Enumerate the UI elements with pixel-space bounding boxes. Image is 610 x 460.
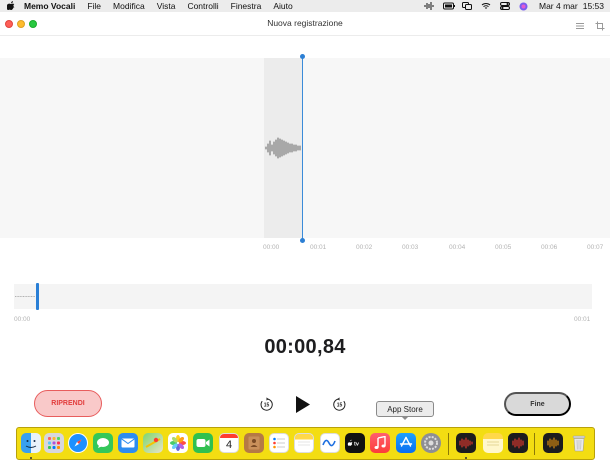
notes-window-icon[interactable]	[483, 433, 503, 453]
safari-icon[interactable]	[68, 433, 88, 453]
menu-finestra[interactable]: Finestra	[231, 0, 262, 12]
recording-overview[interactable]	[14, 284, 592, 309]
menu-file[interactable]: File	[87, 0, 101, 12]
launchpad-icon[interactable]	[44, 433, 64, 453]
menu-controlli[interactable]: Controlli	[187, 0, 218, 12]
photos-icon[interactable]	[168, 433, 188, 453]
play-icon[interactable]	[294, 395, 312, 414]
menu-clock-date[interactable]: Mar 4 mar	[539, 1, 578, 11]
messages-icon[interactable]	[93, 433, 113, 453]
playhead-bottom-handle[interactable]	[300, 238, 305, 243]
menu-vista[interactable]: Vista	[157, 0, 176, 12]
apple-menu-icon[interactable]	[6, 0, 16, 12]
wifi-icon[interactable]	[481, 2, 491, 10]
voice-memos-window-icon[interactable]	[508, 433, 528, 453]
trim-icon[interactable]	[595, 18, 605, 31]
system-settings-icon[interactable]	[421, 433, 441, 453]
playhead-top-handle[interactable]	[300, 54, 305, 59]
recording-indicator-icon[interactable]	[424, 2, 434, 10]
maps-icon[interactable]	[143, 433, 163, 453]
resume-button[interactable]: RIPRENDI	[34, 390, 102, 417]
dock-separator	[448, 433, 449, 455]
calendar-day: 4	[225, 439, 233, 451]
done-button[interactable]: Fine	[504, 392, 571, 416]
overview-position-marker[interactable]	[36, 283, 39, 310]
skip-back-seconds: 15	[264, 403, 270, 409]
app-store-icon[interactable]	[396, 433, 416, 453]
menu-aiuto[interactable]: Aiuto	[273, 0, 292, 12]
music-icon[interactable]	[370, 433, 390, 453]
menu-modifica[interactable]: Modifica	[113, 0, 145, 12]
screen-mirroring-icon[interactable]	[461, 2, 472, 10]
battery-icon[interactable]	[442, 2, 455, 10]
dock-tooltip-arrow	[401, 416, 409, 420]
dock: 4 tv	[16, 427, 595, 460]
facetime-icon[interactable]	[193, 433, 213, 453]
overview-waveform	[15, 296, 35, 297]
edit-options-icon[interactable]	[575, 18, 585, 29]
voice-memos-icon[interactable]	[456, 433, 476, 453]
window-title: Nuova registrazione	[267, 18, 343, 28]
finder-running-dot	[30, 457, 32, 459]
trash-icon[interactable]	[569, 433, 589, 453]
mail-icon[interactable]	[118, 433, 138, 453]
notes-icon[interactable]	[294, 433, 314, 453]
playhead[interactable]	[302, 57, 304, 241]
contacts-icon[interactable]	[244, 433, 264, 453]
voice-memos-minimized-icon[interactable]	[543, 433, 563, 453]
timeline-tick: 00:01	[310, 244, 327, 251]
overview-start-label: 00:00	[14, 316, 31, 323]
timeline-tick: 00:07	[587, 244, 604, 251]
menu-bar: Memo Vocali File Modifica Vista Controll…	[0, 0, 610, 12]
skip-forward-15-icon[interactable]: 15	[332, 397, 347, 412]
timeline-tick: 00:04	[449, 244, 466, 251]
waveform-editor[interactable]	[0, 58, 610, 238]
dock-separator	[534, 433, 535, 455]
elapsed-time: 00:00,84	[264, 336, 346, 358]
reminders-icon[interactable]	[269, 433, 289, 453]
overview-end-label: 00:01	[574, 316, 591, 323]
timeline-tick: 00:03	[402, 244, 419, 251]
timeline-tick: 00:05	[495, 244, 512, 251]
menu-app-name[interactable]: Memo Vocali	[24, 0, 75, 12]
svg-text:tv: tv	[354, 442, 360, 448]
siri-icon[interactable]	[519, 2, 529, 11]
timeline-tick: 00:02	[356, 244, 373, 251]
calendar-icon[interactable]: 4	[219, 433, 239, 453]
control-center-icon[interactable]	[499, 2, 510, 10]
menu-clock-time[interactable]: 15:53	[583, 1, 604, 11]
voice-memos-running-dot	[465, 457, 467, 459]
skip-forward-seconds: 15	[337, 403, 343, 409]
timeline-tick: 00:00	[263, 244, 280, 251]
timeline-tick: 00:06	[541, 244, 558, 251]
skip-back-15-icon[interactable]: 15	[259, 397, 274, 412]
freeform-icon[interactable]	[320, 433, 340, 453]
audio-waveform	[265, 137, 301, 159]
window-titlebar: Nuova registrazione	[0, 12, 610, 36]
dock-tooltip: App Store	[376, 401, 434, 417]
finder-icon[interactable]	[21, 433, 41, 453]
apple-tv-icon[interactable]: tv	[345, 433, 365, 453]
